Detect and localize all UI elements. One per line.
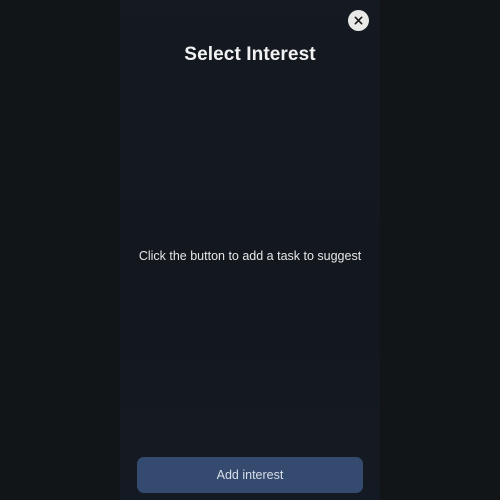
- close-icon: [354, 16, 363, 25]
- add-interest-button[interactable]: Add interest: [137, 457, 363, 493]
- select-interest-screen: Select Interest Click the button to add …: [0, 0, 500, 500]
- page-title: Select Interest: [184, 44, 316, 65]
- empty-state-message: Click the button to add a task to sugges…: [138, 249, 362, 263]
- close-button[interactable]: [348, 10, 369, 31]
